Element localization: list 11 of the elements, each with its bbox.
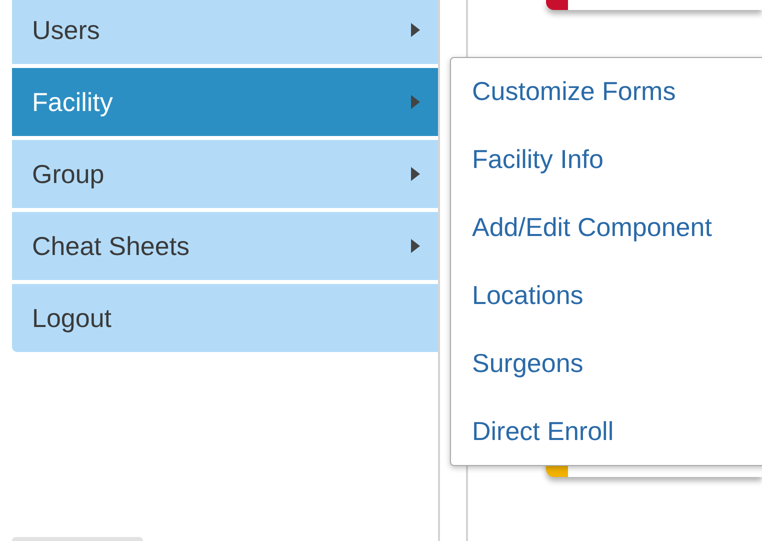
submenu-item[interactable]: Facility Info	[451, 126, 762, 194]
menu-item[interactable]: Facility	[12, 68, 438, 136]
submenu-item[interactable]: Direct Enroll	[451, 397, 762, 465]
submenu-item[interactable]: Add/Edit Component	[451, 194, 762, 262]
submenu-item[interactable]: Customize Forms	[451, 58, 762, 126]
menu-item[interactable]: Group	[12, 140, 438, 208]
submenu-item[interactable]: Locations	[451, 261, 762, 330]
menu-item[interactable]: Logout	[12, 284, 438, 352]
submenu-item[interactable]: Surgeons	[451, 329, 762, 398]
menu-item[interactable]: Users	[12, 0, 438, 64]
menu-item[interactable]: Cheat Sheets	[12, 212, 438, 280]
